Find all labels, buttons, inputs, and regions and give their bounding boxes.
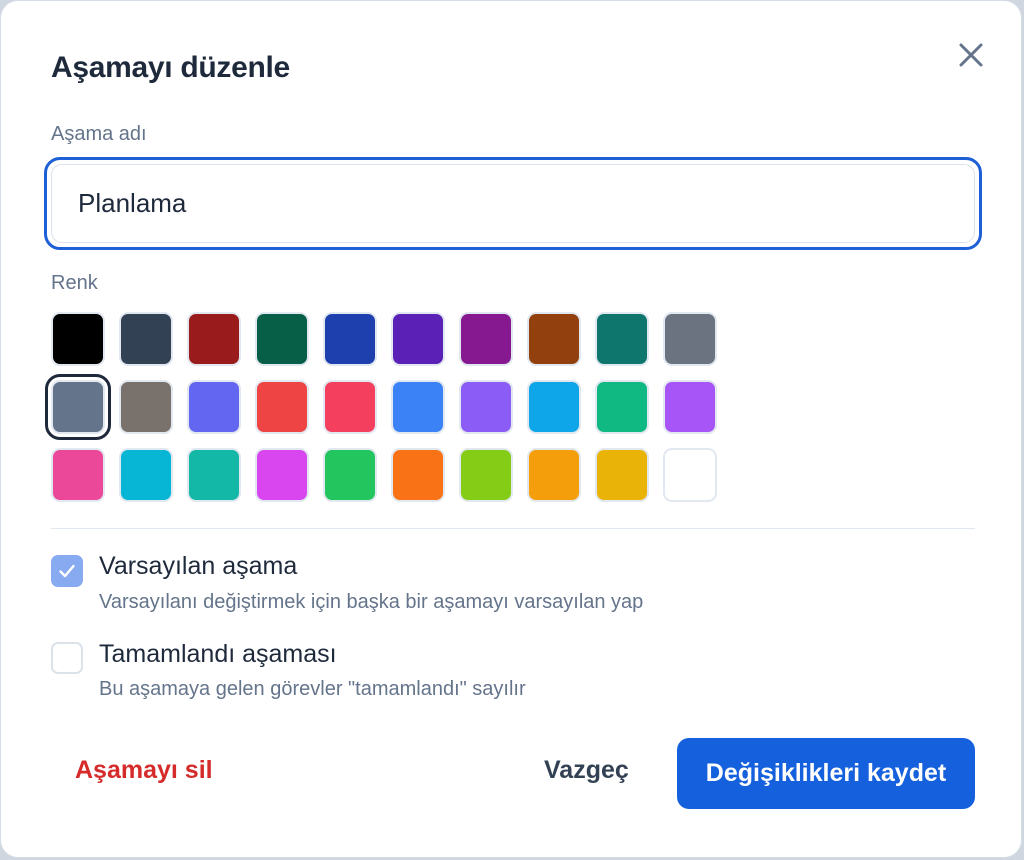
stage-name-label: Aşama adı bbox=[51, 123, 147, 145]
color-swatch[interactable] bbox=[187, 448, 241, 502]
cancel-button[interactable]: Vazgeç bbox=[544, 756, 629, 785]
color-swatch[interactable] bbox=[255, 312, 309, 366]
done-stage-description: Bu aşamaya gelen görevler "tamamlandı" s… bbox=[99, 678, 526, 700]
color-swatch[interactable] bbox=[119, 312, 173, 366]
color-swatch[interactable] bbox=[391, 380, 445, 434]
color-swatch[interactable] bbox=[595, 312, 649, 366]
default-stage-checkbox[interactable] bbox=[51, 555, 83, 587]
color-swatch[interactable] bbox=[391, 448, 445, 502]
color-label: Renk bbox=[51, 272, 98, 294]
color-swatch[interactable] bbox=[119, 380, 173, 434]
color-swatch[interactable] bbox=[663, 448, 717, 502]
color-swatch[interactable] bbox=[663, 312, 717, 366]
dialog-title: Aşamayı düzenle bbox=[51, 51, 290, 84]
color-swatch[interactable] bbox=[323, 448, 377, 502]
color-swatch[interactable] bbox=[51, 312, 105, 366]
delete-stage-button[interactable]: Aşamayı sil bbox=[75, 756, 213, 785]
color-swatch[interactable] bbox=[459, 448, 513, 502]
done-stage-title: Tamamlandı aşaması bbox=[99, 640, 337, 668]
color-swatch[interactable] bbox=[119, 448, 173, 502]
default-stage-title: Varsayılan aşama bbox=[99, 552, 298, 580]
stage-name-input-wrapper[interactable]: Planlama bbox=[44, 157, 982, 250]
divider bbox=[51, 528, 975, 529]
done-stage-checkbox[interactable] bbox=[51, 642, 83, 674]
check-icon bbox=[59, 564, 75, 578]
color-swatch[interactable] bbox=[595, 380, 649, 434]
color-swatch[interactable] bbox=[527, 312, 581, 366]
color-swatch[interactable] bbox=[391, 312, 445, 366]
stage-name-input[interactable]: Planlama bbox=[51, 164, 975, 243]
color-swatch[interactable] bbox=[459, 380, 513, 434]
save-changes-button[interactable]: Değişiklikleri kaydet bbox=[677, 738, 975, 809]
close-button[interactable] bbox=[953, 37, 989, 73]
color-swatch[interactable] bbox=[255, 380, 309, 434]
color-swatch[interactable] bbox=[595, 448, 649, 502]
color-swatch[interactable] bbox=[45, 374, 111, 440]
color-swatch[interactable] bbox=[323, 312, 377, 366]
color-swatch[interactable] bbox=[51, 448, 105, 502]
color-swatch[interactable] bbox=[527, 380, 581, 434]
color-swatch[interactable] bbox=[663, 380, 717, 434]
color-swatch[interactable] bbox=[459, 312, 513, 366]
close-icon bbox=[959, 43, 983, 67]
color-swatch[interactable] bbox=[187, 380, 241, 434]
color-swatch-grid bbox=[45, 312, 721, 507]
default-stage-description: Varsayılanı değiştirmek için başka bir a… bbox=[99, 591, 644, 613]
color-swatch[interactable] bbox=[527, 448, 581, 502]
color-swatch[interactable] bbox=[255, 448, 309, 502]
edit-stage-dialog: Aşamayı düzenle Aşama adı Planlama Renk … bbox=[0, 0, 1022, 858]
color-swatch[interactable] bbox=[323, 380, 377, 434]
color-swatch[interactable] bbox=[187, 312, 241, 366]
